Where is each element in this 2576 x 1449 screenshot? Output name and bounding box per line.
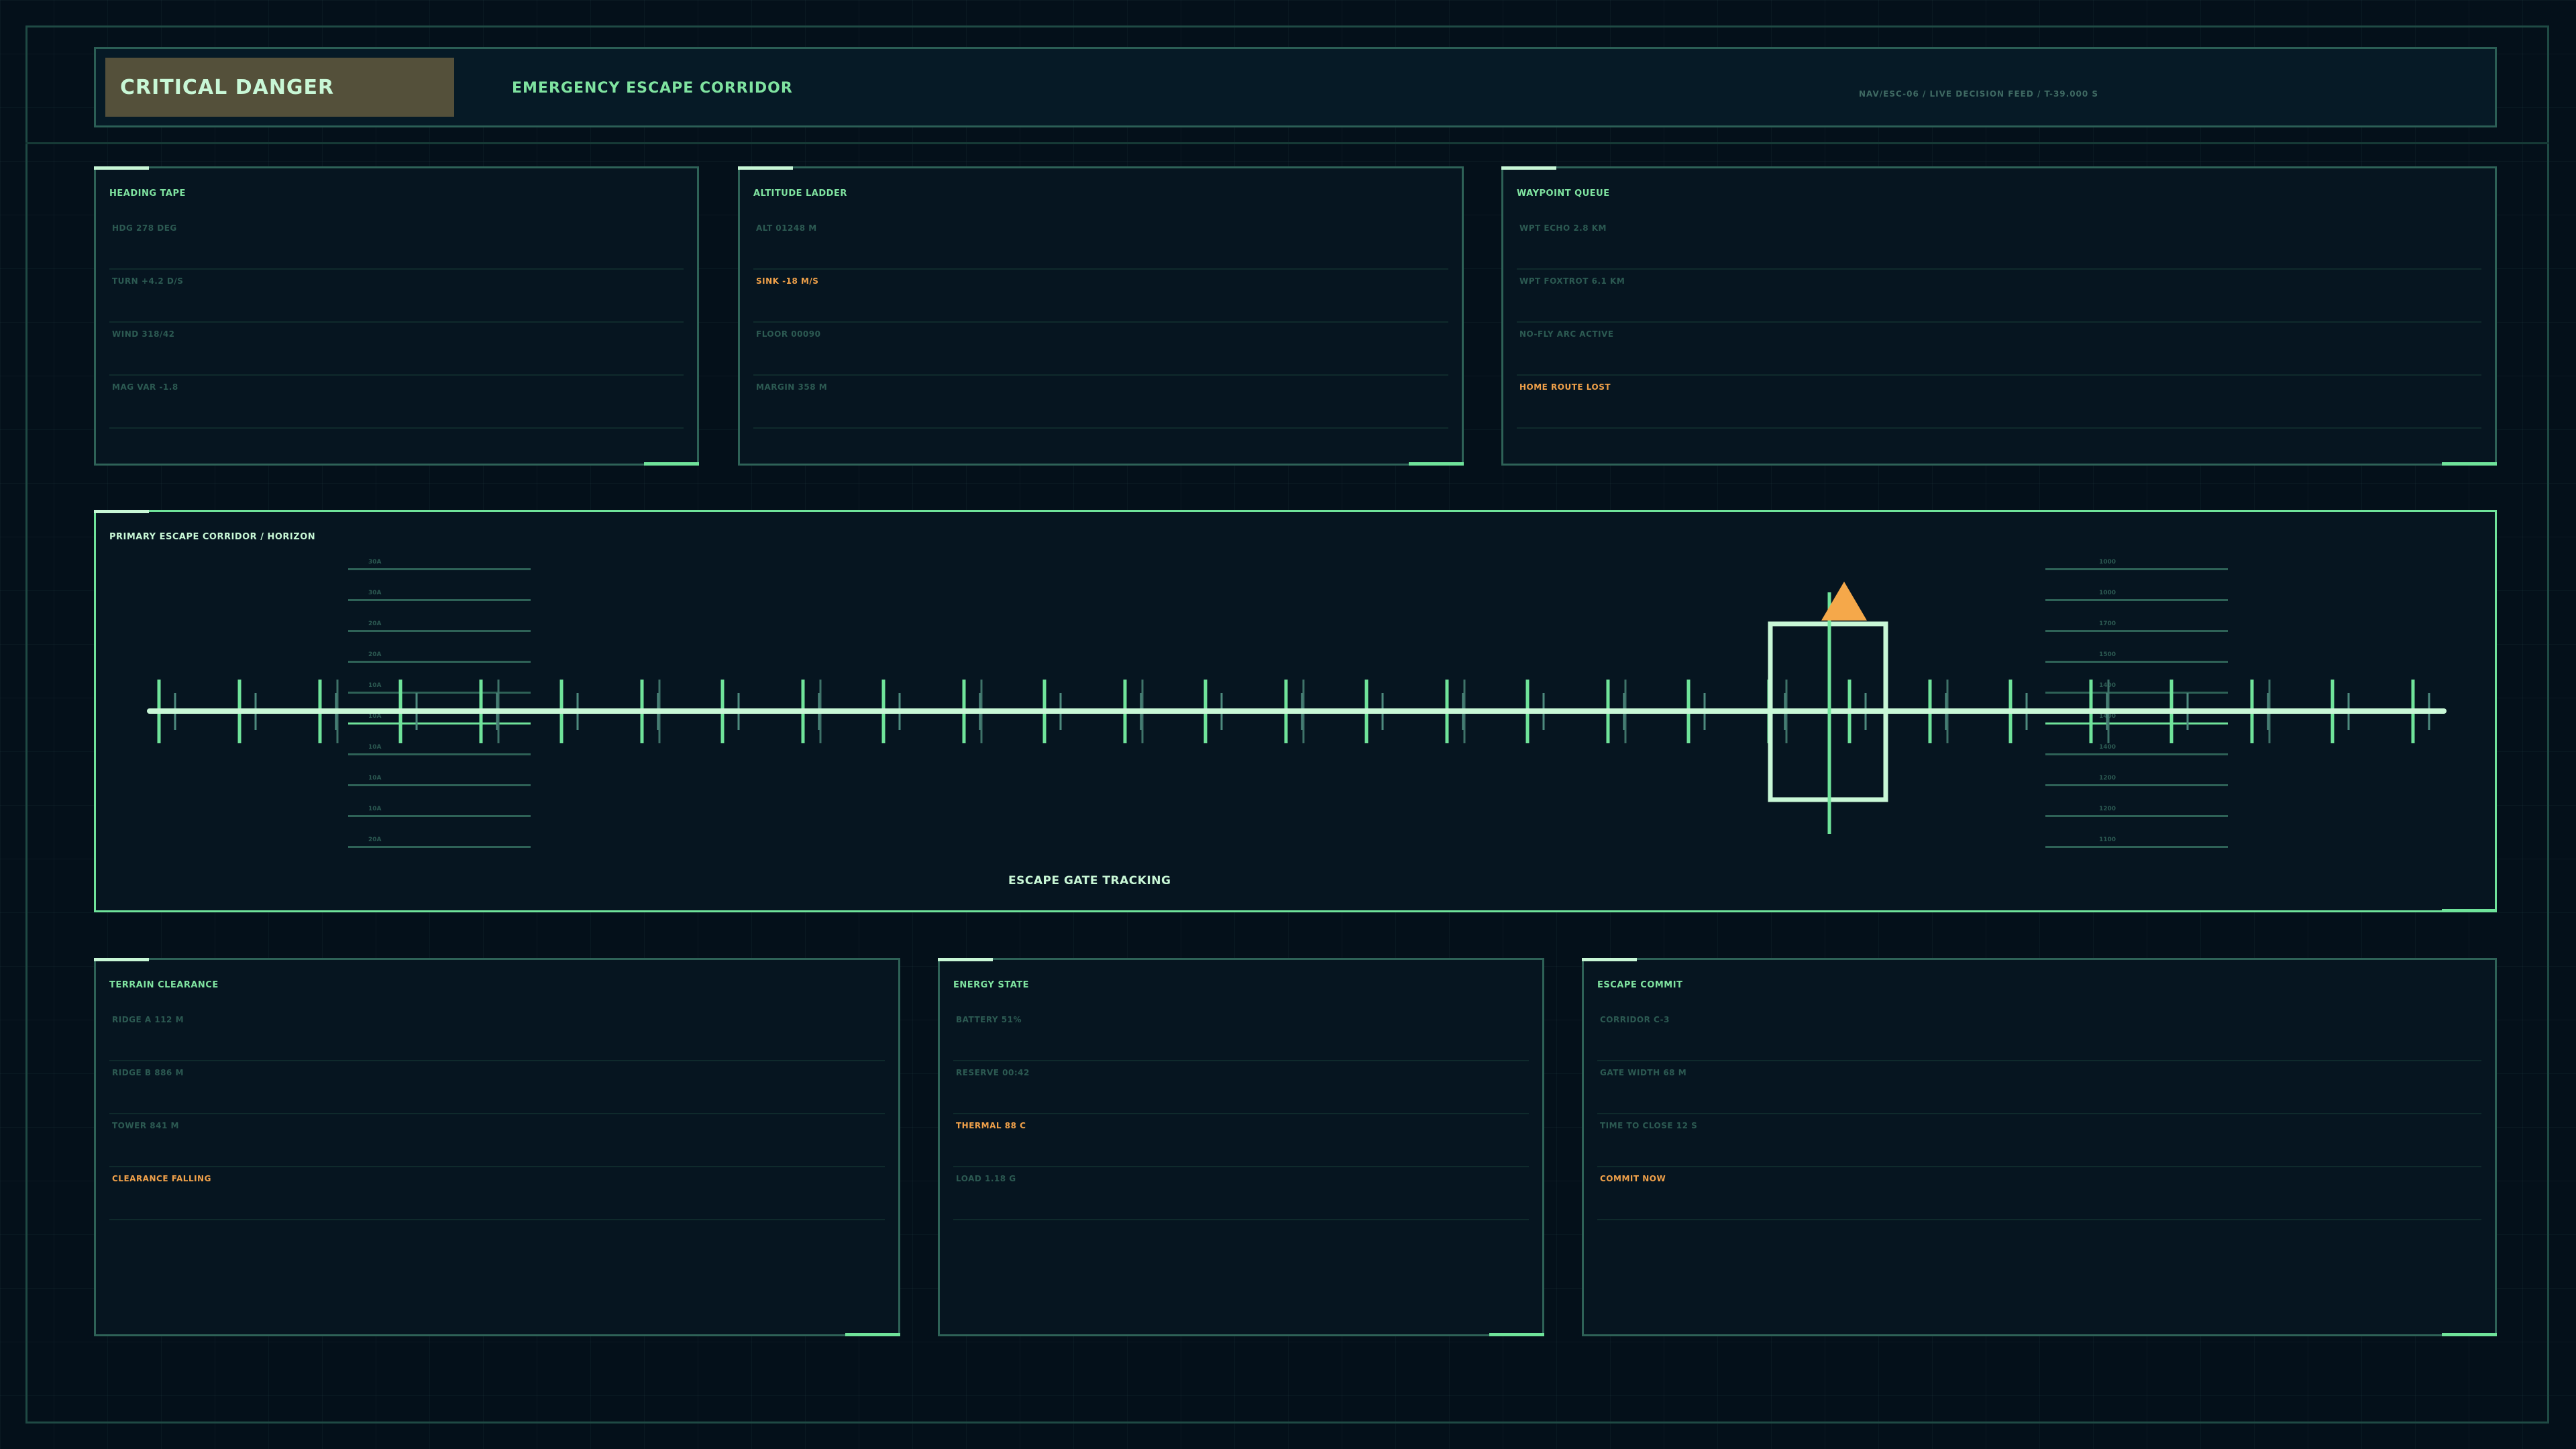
list-item: NO-FLY ARC ACTIVE — [1517, 323, 2481, 376]
list-item: LOAD 1.18 G — [953, 1167, 1529, 1220]
panel-accent — [2442, 462, 2497, 466]
row-value: WIND 318/42 — [112, 329, 175, 339]
list-item: SINK -18 M/S — [753, 270, 1448, 323]
row-value: WPT ECHO 2.8 KM — [1519, 223, 1607, 233]
panel-title: ESCAPE COMMIT — [1597, 980, 1683, 990]
row-value: LOAD 1.18 G — [956, 1174, 1016, 1183]
header-bar: CRITICAL DANGER EMERGENCY ESCAPE CORRIDO… — [94, 47, 2497, 127]
list-item: ALT 01248 M — [753, 217, 1448, 270]
list-item: RIDGE B 886 M — [109, 1061, 885, 1114]
row-value: MARGIN 358 M — [756, 382, 828, 392]
list-item: RESERVE 00:42 — [953, 1061, 1529, 1114]
panel-title: TERRAIN CLEARANCE — [109, 980, 219, 990]
panel-accent — [2442, 1333, 2497, 1336]
panel-terrain-clearance: TERRAIN CLEARANCE RIDGE A 112 M RIDGE B 8… — [94, 958, 900, 1336]
panel-rows: CORRIDOR C-3 GATE WIDTH 68 M TIME TO CLOSE… — [1597, 1008, 2481, 1220]
panel-rows: RIDGE A 112 M RIDGE B 886 M TOWER 841 M CLE… — [109, 1008, 885, 1220]
panel-escape-commit: ESCAPE COMMIT CORRIDOR C-3 GATE WIDTH 68 … — [1582, 958, 2497, 1336]
row-value: CLEARANCE FALLING — [112, 1174, 211, 1183]
panel-title: ALTITUDE LADDER — [753, 189, 847, 199]
panel-title: ENERGY STATE — [953, 980, 1029, 990]
list-item: CLEARANCE FALLING — [109, 1167, 885, 1220]
primary-corridor-panel: PRIMARY ESCAPE CORRIDOR / HORIZON 30A 30A… — [94, 510, 2497, 912]
row-value: TIME TO CLOSE 12 S — [1600, 1121, 1698, 1130]
panel-accent — [845, 1333, 900, 1336]
row-value: RESERVE 00:42 — [956, 1068, 1030, 1077]
panel-rows: WPT ECHO 2.8 KM WPT FOXTROT 6.1 KM NO-FLY … — [1517, 217, 2481, 429]
panel-title: WAYPOINT QUEUE — [1517, 189, 1610, 199]
header-meta: NAV/ESC-06 / LIVE DECISION FEED / T-39.0… — [1859, 89, 2099, 99]
list-item: TIME TO CLOSE 12 S — [1597, 1114, 2481, 1167]
list-item: TURN +4.2 D/S — [109, 270, 684, 323]
row-value: CORRIDOR C-3 — [1600, 1015, 1670, 1024]
header-divider — [25, 142, 2549, 144]
panel-accent — [1489, 1333, 1544, 1336]
list-item: MARGIN 358 M — [753, 376, 1448, 429]
list-item: WIND 318/42 — [109, 323, 684, 376]
row-value: NO-FLY ARC ACTIVE — [1519, 329, 1614, 339]
list-item: TOWER 841 M — [109, 1114, 885, 1167]
list-item: THERMAL 88 C — [953, 1114, 1529, 1167]
status-badge: CRITICAL DANGER — [105, 58, 454, 117]
panel-waypoint-queue: WAYPOINT QUEUE WPT ECHO 2.8 KM WPT FOXTRO… — [1501, 166, 2497, 466]
row-value: FLOOR 00090 — [756, 329, 821, 339]
panel-accent — [938, 958, 993, 961]
row-value: TURN +4.2 D/S — [112, 276, 184, 286]
row-value: HOME ROUTE LOST — [1519, 382, 1611, 392]
panel-accent — [94, 166, 149, 170]
row-value: RIDGE B 886 M — [112, 1068, 184, 1077]
panel-accent — [1409, 462, 1464, 466]
horizon-graphic — [147, 582, 2447, 834]
gate-tracking-label: ESCAPE GATE TRACKING — [1008, 874, 1171, 888]
row-value: COMMIT NOW — [1600, 1174, 1666, 1183]
list-item: WPT FOXTROT 6.1 KM — [1517, 270, 2481, 323]
row-value: RIDGE A 112 M — [112, 1015, 184, 1024]
panel-accent — [1582, 958, 1637, 961]
list-item: BATTERY 51% — [953, 1008, 1529, 1061]
panel-energy-state: ENERGY STATE BATTERY 51% RESERVE 00:42 THE… — [938, 958, 1544, 1336]
panel-rows: HDG 278 DEG TURN +4.2 D/S WIND 318/42 MAG V… — [109, 217, 684, 429]
panel-accent — [94, 958, 149, 961]
list-item: WPT ECHO 2.8 KM — [1517, 217, 2481, 270]
page-title: EMERGENCY ESCAPE CORRIDOR — [512, 80, 793, 97]
list-item: CORRIDOR C-3 — [1597, 1008, 2481, 1061]
panel-heading-tape: HEADING TAPE HDG 278 DEG TURN +4.2 D/S WIN… — [94, 166, 699, 466]
row-value: BATTERY 51% — [956, 1015, 1022, 1024]
panel-accent — [738, 166, 793, 170]
list-item: COMMIT NOW — [1597, 1167, 2481, 1220]
list-item: GATE WIDTH 68 M — [1597, 1061, 2481, 1114]
row-value: THERMAL 88 C — [956, 1121, 1026, 1130]
row-value: ALT 01248 M — [756, 223, 817, 233]
row-value: HDG 278 DEG — [112, 223, 177, 233]
row-value: SINK -18 M/S — [756, 276, 819, 286]
panel-accent — [1501, 166, 1556, 170]
panel-accent — [644, 462, 699, 466]
list-item: HOME ROUTE LOST — [1517, 376, 2481, 429]
panel-altitude-ladder: ALTITUDE LADDER ALT 01248 M SINK -18 M/S F… — [738, 166, 1464, 466]
panel-title: HEADING TAPE — [109, 189, 186, 199]
panel-rows: BATTERY 51% RESERVE 00:42 THERMAL 88 C LOAD… — [953, 1008, 1529, 1220]
row-value: GATE WIDTH 68 M — [1600, 1068, 1687, 1077]
list-item: FLOOR 00090 — [753, 323, 1448, 376]
panel-rows: ALT 01248 M SINK -18 M/S FLOOR 00090 MARGIN… — [753, 217, 1448, 429]
row-value: TOWER 841 M — [112, 1121, 179, 1130]
list-item: RIDGE A 112 M — [109, 1008, 885, 1061]
list-item: HDG 278 DEG — [109, 217, 684, 270]
row-value: MAG VAR -1.8 — [112, 382, 178, 392]
list-item: MAG VAR -1.8 — [109, 376, 684, 429]
row-value: WPT FOXTROT 6.1 KM — [1519, 276, 1625, 286]
